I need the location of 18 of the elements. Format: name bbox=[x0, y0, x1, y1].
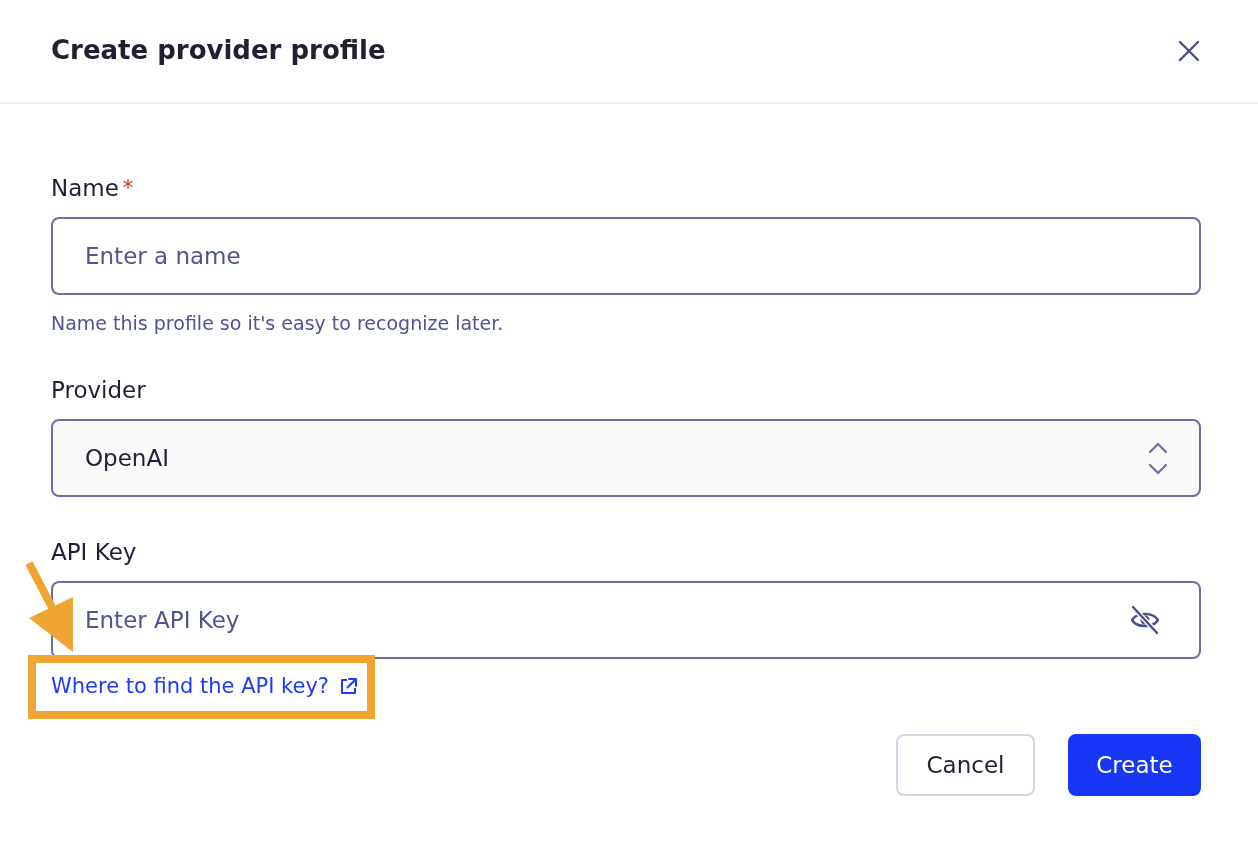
cancel-button[interactable]: Cancel bbox=[896, 734, 1035, 796]
external-link-icon bbox=[339, 676, 358, 696]
dialog-title: Create provider profile bbox=[51, 35, 386, 67]
text-input[interactable]: Enter a name bbox=[51, 217, 1201, 295]
close-button[interactable] bbox=[1177, 39, 1201, 63]
chevron-up-down-icon bbox=[1148, 440, 1168, 476]
select-dropdown[interactable]: OpenAI bbox=[51, 419, 1201, 497]
field-label: API Key bbox=[51, 538, 137, 567]
password-input[interactable]: Enter API Key bbox=[51, 581, 1201, 659]
field-label: Provider bbox=[51, 376, 146, 405]
eye-slash-icon[interactable] bbox=[1129, 604, 1161, 636]
required-mark: * bbox=[122, 175, 134, 202]
field-label: Name bbox=[51, 174, 119, 203]
arrow-icon bbox=[26, 561, 76, 653]
create-button[interactable]: Create bbox=[1068, 734, 1201, 796]
close-icon bbox=[1178, 40, 1200, 62]
help-link[interactable]: Where to find the API key? bbox=[51, 673, 358, 699]
help-text: Name this profile so it's easy to recognize later. bbox=[51, 311, 505, 335]
